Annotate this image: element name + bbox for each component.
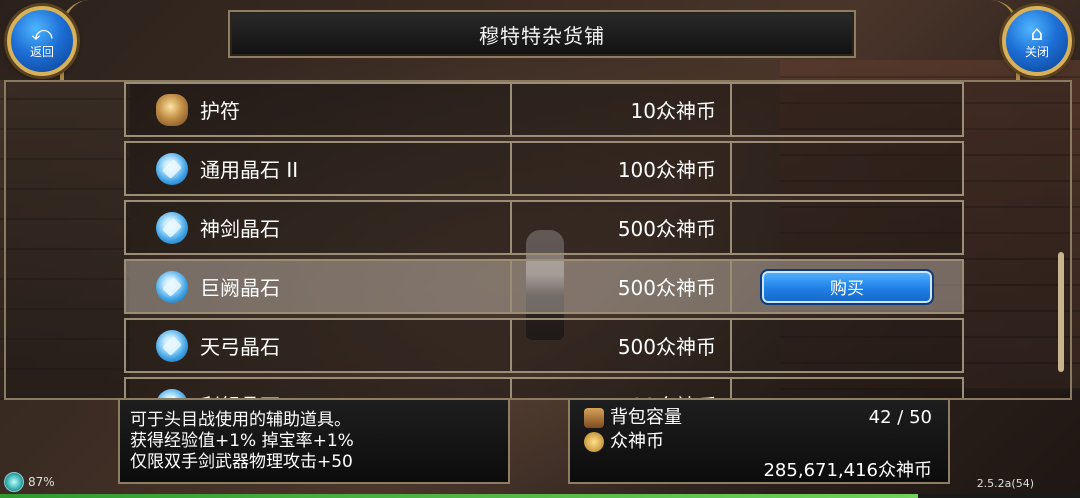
amulet-icon	[156, 93, 188, 126]
currency-total: 285,671,416众神币	[763, 460, 932, 481]
description-line: 仅限双手剑武器物理攻击+50	[130, 452, 353, 472]
experience-progress-bar	[0, 494, 1080, 498]
bag-icon	[584, 408, 604, 428]
experience-progress-fill	[0, 494, 918, 498]
description-line: 可于头目战使用的辅助道具。	[130, 410, 351, 430]
shop-list-panel: 护符 10众神币 通用晶石 II 100众神币 神剑晶石 500众神币 巨阙晶石…	[4, 80, 1072, 400]
back-label: 返回	[29, 45, 54, 59]
crystal-icon	[156, 152, 188, 185]
action-cell	[732, 84, 964, 135]
battery-text: 87%	[28, 475, 55, 489]
item-cell: 巨阙晶石	[124, 261, 512, 312]
item-cell: 天弓晶石	[124, 320, 512, 371]
buy-button[interactable]: 购买	[760, 268, 934, 305]
list-scrollbar[interactable]	[1058, 252, 1064, 372]
price-cell: 500众神币	[512, 320, 732, 371]
version-text: 2.5.2a(54)	[976, 477, 1034, 490]
action-cell	[732, 143, 964, 194]
back-arrow-icon: ⤺	[31, 21, 53, 45]
item-cell: 通用晶石 II	[124, 143, 512, 194]
title-bar: 穆特特杂货铺	[228, 10, 856, 58]
bag-value: 42 / 50	[868, 407, 932, 428]
item-name: 护符	[200, 99, 240, 123]
item-price: 500众神币	[617, 276, 716, 300]
currency-label: 众神币	[610, 431, 664, 452]
item-price: 100众神币	[617, 158, 716, 182]
item-description-panel: 可于头目战使用的辅助道具。 获得经验值+1% 掉宝率+1% 仅限双手剑武器物理攻…	[118, 398, 510, 484]
item-cell: 护符	[124, 84, 512, 135]
crystal-icon	[156, 329, 188, 362]
item-name: 天弓晶石	[200, 335, 280, 359]
item-price: 500众神币	[617, 217, 716, 241]
shop-item-list[interactable]: 护符 10众神币 通用晶石 II 100众神币 神剑晶石 500众神币 巨阙晶石…	[124, 82, 964, 398]
shop-row[interactable]: 通用晶石 II 100众神币	[124, 141, 964, 196]
crystal-icon	[156, 211, 188, 244]
action-cell	[732, 202, 964, 253]
currency-row: 众神币	[584, 430, 932, 454]
close-button[interactable]: ⌂ 关闭	[1002, 6, 1072, 76]
shop-row[interactable]: 护符 10众神币	[124, 82, 964, 137]
home-icon: ⌂	[1030, 21, 1044, 45]
item-name: 通用晶石 II	[200, 158, 299, 182]
action-cell: 购买	[732, 261, 964, 312]
shop-row[interactable]: 神剑晶石 500众神币	[124, 200, 964, 255]
bag-label: 背包容量	[610, 407, 682, 428]
back-button[interactable]: ⤺ 返回	[7, 6, 77, 76]
battery-indicator: 87%	[4, 472, 55, 492]
coin-icon	[584, 432, 604, 452]
action-cell	[732, 379, 964, 398]
item-price: 10众神币	[630, 99, 716, 123]
price-cell: 100众神币	[512, 143, 732, 194]
shop-row[interactable]: 天弓晶石 500众神币	[124, 318, 964, 373]
inventory-info-panel: 背包容量 42 / 50 众神币 285,671,416众神币	[568, 398, 950, 484]
action-cell	[732, 320, 964, 371]
shop-title: 穆特特杂货铺	[479, 23, 605, 48]
item-cell: 神剑晶石	[124, 202, 512, 253]
price-cell: 500众神币	[512, 202, 732, 253]
close-label: 关闭	[1024, 45, 1049, 59]
price-cell: 500众神币	[512, 379, 732, 398]
item-name: 神剑晶石	[200, 217, 280, 241]
shop-row[interactable]: 利弩晶石 500众神币	[124, 377, 964, 398]
price-cell: 10众神币	[512, 84, 732, 135]
description-line: 获得经验值+1% 掉宝率+1%	[130, 431, 354, 451]
price-cell: 500众神币	[512, 261, 732, 312]
item-name: 巨阙晶石	[200, 276, 280, 300]
item-cell: 利弩晶石	[124, 379, 512, 398]
battery-icon	[4, 472, 24, 492]
bag-capacity-row: 背包容量 42 / 50	[584, 406, 932, 430]
shop-row-selected[interactable]: 巨阙晶石 500众神币 购买	[124, 259, 964, 314]
crystal-icon	[156, 270, 188, 303]
item-price: 500众神币	[617, 335, 716, 359]
